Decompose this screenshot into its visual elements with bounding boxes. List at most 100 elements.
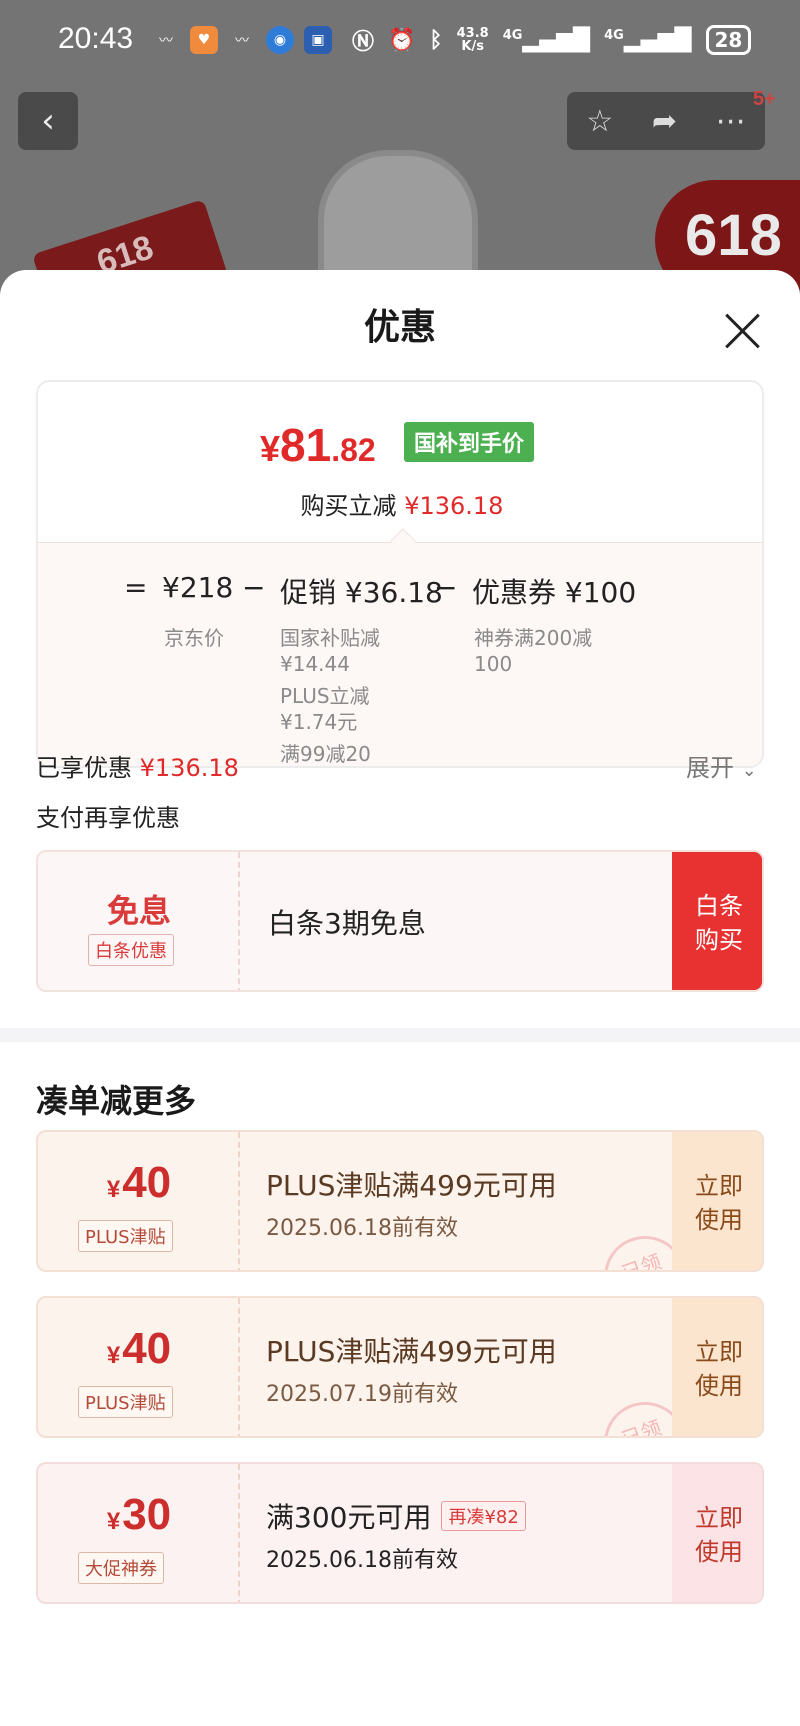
promotion-details: 国家补贴减 ¥14.44 PLUS立减 ¥1.74元 满99减20	[280, 625, 380, 766]
coupon-detail-line: 神券满200减	[474, 626, 593, 650]
button-label-line: 立即	[695, 1172, 743, 1200]
promo-detail-line: 国家补贴减	[280, 626, 380, 650]
share-icon[interactable]: ➦	[652, 104, 677, 139]
coupon-amount: 优惠券 ¥100	[472, 576, 637, 609]
coupon-amount: ¥40	[38, 1324, 240, 1374]
coupon-amount-value: 40	[122, 1324, 172, 1373]
chevron-down-icon: ⌄	[741, 760, 757, 781]
chevron-left-icon: ‹	[41, 101, 55, 141]
add-on-amount-tag: 再凑¥82	[441, 1501, 526, 1531]
button-label-line: 白条	[695, 892, 743, 920]
button-label-line: 使用	[695, 1538, 743, 1566]
coupon-type-tag: PLUS津贴	[78, 1220, 173, 1252]
signal-label: 4G	[604, 27, 624, 43]
nfc-icon: Ⓝ	[352, 30, 375, 55]
coupon-expiry: 2025.07.19前有效	[266, 1382, 458, 1407]
coupon-card: ¥40 PLUS津贴 PLUS津贴满499元可用 2025.07.19前有效 已…	[36, 1296, 764, 1438]
enjoyed-value: ¥136.18	[139, 754, 239, 782]
button-label-line: 使用	[695, 1372, 743, 1400]
section-divider	[0, 1028, 800, 1042]
final-price-section: ¥81.82 国补到手价 购买立减 ¥136.18	[38, 382, 762, 542]
promo-detail-line: PLUS立减	[280, 684, 370, 708]
promo-detail-line: ¥14.44	[280, 652, 350, 676]
instant-discount-value: ¥136.18	[404, 492, 504, 520]
coupon-expiry: 2025.06.18前有效	[266, 1216, 458, 1241]
coupon-title: PLUS津贴满499元可用	[266, 1335, 557, 1368]
subsidy-price-tag: 国补到手价	[404, 422, 535, 462]
coupon-card: ¥30 大促神券 满300元可用 再凑¥82 2025.06.18前有效 立即 使…	[36, 1462, 764, 1604]
coupon-type-tag: PLUS津贴	[78, 1386, 173, 1418]
coupon-title: 满300元可用 再凑¥82	[266, 1496, 526, 1536]
network-speed-unit: K/s	[461, 39, 484, 54]
minus-sign: −	[242, 571, 266, 604]
coupon-amount-section: ¥40 PLUS津贴	[38, 1132, 240, 1270]
baitiao-tag: 白条优惠	[88, 934, 174, 966]
alarm-icon: ⏰	[388, 27, 416, 53]
coupon-amount: ¥30	[38, 1490, 240, 1540]
coupon-amount-section: ¥30 大促神券	[38, 1464, 240, 1602]
use-coupon-button[interactable]: 立即 使用	[672, 1298, 762, 1436]
minus-sign: −	[434, 571, 458, 604]
product-image	[318, 150, 478, 290]
promo-detail-line: ¥1.74元	[280, 710, 358, 734]
pay-more-discount-heading: 支付再享优惠	[36, 804, 180, 832]
section-title: 凑单减更多	[36, 1082, 197, 1120]
more-icon[interactable]: ⋯	[716, 104, 746, 139]
expand-toggle[interactable]: 展开 ⌄	[686, 748, 757, 783]
currency-symbol: ¥	[260, 428, 281, 469]
status-time: 20:43	[58, 22, 134, 55]
price-decimal: .82	[331, 432, 376, 468]
price-formula: = ¥218 − 促销 ¥36.18 − 优惠券 ¥100	[38, 571, 762, 611]
interest-free-label: 免息	[106, 892, 171, 930]
coupon-amount-value: 30	[122, 1490, 172, 1539]
coupon-title: PLUS津贴满499元可用	[266, 1169, 557, 1202]
back-button[interactable]: ‹	[18, 92, 78, 150]
top-actions: ☆ ➦ ⋯	[567, 92, 765, 150]
jd-price-label: 京东价	[164, 626, 224, 650]
currency-symbol: ¥	[106, 1508, 121, 1535]
coupon-amount-section: ¥40 PLUS津贴	[38, 1298, 240, 1436]
price-breakdown-card: ¥81.82 国补到手价 购买立减 ¥136.18 = ¥218 − 促销 ¥3…	[36, 380, 764, 768]
coupon-amount-value: 40	[122, 1158, 172, 1207]
app-notification-icon: ◉	[266, 26, 294, 54]
button-label-line: 使用	[695, 1206, 743, 1234]
baitiao-offer-left: 免息 白条优惠	[38, 852, 240, 990]
instant-discount-label: 购买立减	[300, 492, 397, 520]
coupon-title-text: 满300元可用	[266, 1501, 432, 1534]
app-notification-icon: ▣	[304, 26, 332, 54]
favorite-star-icon[interactable]: ☆	[586, 104, 613, 139]
signal-icon: 4G▂▄▆█	[502, 27, 591, 53]
discount-sheet: 优惠 ¥81.82 国补到手价 购买立减 ¥136.18 = ¥218 − 促销…	[0, 270, 800, 1726]
final-price: ¥81.82	[260, 418, 376, 472]
baitiao-description: 白条3期免息	[268, 907, 426, 940]
enjoyed-label: 已享优惠	[36, 754, 132, 782]
coupon-expiry: 2025.06.18前有效	[266, 1548, 458, 1573]
notification-icons: 〰 ♥ 〰 ◉ ▣	[152, 26, 332, 54]
price-formula-section: = ¥218 − 促销 ¥36.18 − 优惠券 ¥100 京东价 国家补贴减 …	[38, 542, 762, 766]
network-speed: 43.8 K/s	[457, 27, 489, 53]
close-icon[interactable]	[720, 308, 766, 354]
enjoyed-discount: 已享优惠 ¥136.18	[36, 748, 239, 783]
baitiao-offer-card: 免息 白条优惠 白条3期免息 白条 购买	[36, 850, 764, 992]
coupon-card: ¥40 PLUS津贴 PLUS津贴满499元可用 2025.06.18前有效 已…	[36, 1130, 764, 1272]
app-notification-icon: 〰	[235, 33, 249, 49]
price-integer: 81	[280, 419, 332, 471]
expand-label: 展开	[686, 754, 734, 782]
coupon-amount: ¥40	[38, 1158, 240, 1208]
coupon-detail-line: 100	[474, 652, 513, 676]
bluetooth-icon: ᛒ	[429, 27, 443, 53]
instant-discount: 购买立减 ¥136.18	[38, 486, 762, 521]
use-coupon-button[interactable]: 立即 使用	[672, 1464, 762, 1602]
use-coupon-button[interactable]: 立即 使用	[672, 1132, 762, 1270]
coupon-type-tag: 大促神券	[78, 1552, 164, 1584]
battery-indicator: 28	[705, 25, 752, 55]
equals-sign: =	[124, 571, 148, 604]
baitiao-buy-button[interactable]: 白条 购买	[672, 852, 762, 990]
jd-price: ¥218	[162, 571, 234, 604]
app-notification-icon: ♥	[190, 26, 218, 54]
button-label-line: 立即	[695, 1338, 743, 1366]
promotion-amount: 促销 ¥36.18	[280, 576, 443, 609]
button-label-line: 立即	[695, 1504, 743, 1532]
signal-icon-2: 4G▂▄▆█	[604, 27, 692, 53]
more-badge: 5+	[753, 88, 776, 110]
